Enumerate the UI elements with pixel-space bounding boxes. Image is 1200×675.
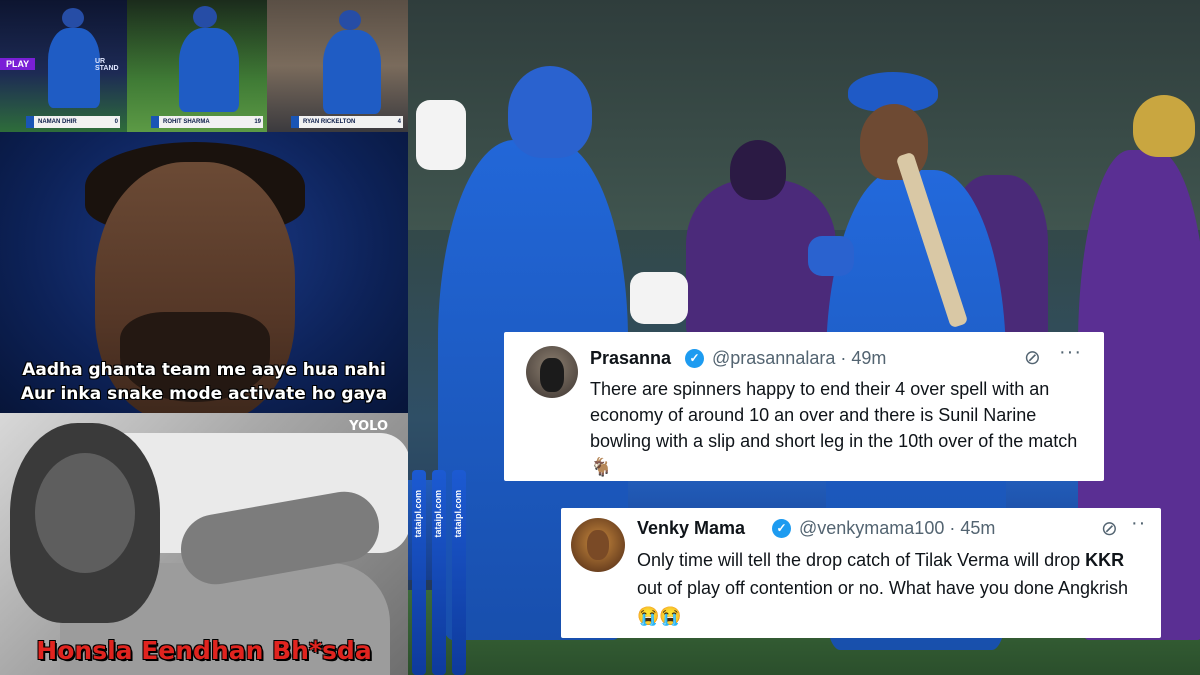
verified-badge-icon: ✓ — [685, 349, 704, 368]
stump-1: tataipl.com — [412, 470, 426, 675]
display-name[interactable]: Prasanna — [590, 348, 671, 369]
player-score: 0 — [114, 119, 118, 125]
tweet-card-venky-mama[interactable]: Venky Mama ✓ @venkymama100 · 45m ⊘ ·· On… — [561, 508, 1161, 638]
player-score: 19 — [254, 119, 261, 125]
avatar-figure — [587, 530, 609, 560]
stump-3: tataipl.com — [452, 470, 466, 675]
stump-text: tataipl.com — [413, 490, 423, 538]
more-icon[interactable]: ·· — [1131, 512, 1146, 535]
meme-panel-top: Aadha ghanta team me aaye hua nahi Aur i… — [0, 132, 408, 413]
timestamp[interactable]: 45m — [960, 518, 995, 538]
batting-glove-right — [630, 272, 688, 324]
meta-separator: · — [840, 348, 852, 368]
tweet-meta: @venkymama100 · 45m — [799, 518, 995, 539]
player-name: ROHIT SHARMA — [163, 119, 210, 125]
broadcast-frame-naman-dhir: PLAY UR STAND NAMAN DHIR 0 — [0, 0, 127, 132]
stump-text: tataipl.com — [433, 490, 443, 538]
user-handle[interactable]: @prasannalara — [712, 348, 835, 368]
verified-badge-icon: ✓ — [772, 519, 791, 538]
tweet-card-prasanna[interactable]: Prasanna ✓ @prasannalara · 49m ⊘ ··· The… — [504, 332, 1104, 481]
kkr-fielder-helmet — [1133, 95, 1195, 157]
meme-caption: Honsla Eendhan Bh*sda — [36, 636, 372, 665]
player-helmet — [339, 10, 361, 30]
tweet-text-bold: KKR — [1085, 550, 1125, 570]
tweet-text: There are spinners happy to end their 4 … — [590, 379, 1078, 477]
timestamp[interactable]: 49m — [851, 348, 886, 368]
player-helmet — [193, 6, 217, 28]
stump-2: tataipl.com — [432, 470, 446, 675]
tweet-meta: @prasannalara · 49m — [712, 348, 886, 369]
meme-panel-bottom: YOLO Honsla Eendhan Bh*sda — [0, 413, 408, 675]
player-name: RYAN RICKELTON — [303, 119, 356, 125]
figure-face-shape — [35, 453, 135, 573]
broadcast-frame-ryan-rickelton: RYAN RICKELTON 4 — [267, 0, 408, 132]
player-caption: NAMAN DHIR 0 — [26, 116, 120, 128]
avatar[interactable] — [571, 518, 625, 572]
stand-tag: UR STAND — [95, 58, 119, 72]
more-icon[interactable]: ··· — [1059, 341, 1082, 364]
player-body — [323, 30, 381, 114]
avatar-figure — [540, 358, 564, 392]
tweet-text-part-1: Only time will tell the drop catch of Ti… — [637, 550, 1086, 570]
grok-icon[interactable]: ⊘ — [1101, 516, 1118, 541]
meme-line-1: Aadha ghanta team me aaye hua nahi — [22, 360, 386, 380]
play-tag: PLAY — [0, 58, 36, 70]
kkr-fielder-head — [730, 140, 786, 200]
player-caption: ROHIT SHARMA 19 — [151, 116, 263, 128]
meta-separator: · — [949, 518, 961, 538]
avatar[interactable] — [526, 346, 578, 398]
meme-line-2: Aur inka snake mode activate ho gaya — [20, 384, 388, 404]
player-body — [48, 28, 100, 108]
batting-glove-raised — [416, 100, 466, 170]
grok-icon[interactable]: ⊘ — [1024, 345, 1041, 370]
player-helmet — [62, 8, 84, 28]
tweet-text-part-2: out of play off contention or no. What h… — [637, 578, 1128, 626]
yolo-watermark: YOLO — [349, 419, 388, 434]
player-caption: RYAN RICKELTON 4 — [291, 116, 403, 128]
display-name[interactable]: Venky Mama — [637, 518, 745, 539]
mi-batter-left-helmet — [508, 66, 592, 158]
user-handle[interactable]: @venkymama100 — [799, 518, 944, 538]
batting-glove-left — [808, 236, 854, 276]
player-score: 4 — [397, 119, 401, 125]
tweet-text: Only time will tell the drop catch of Ti… — [637, 546, 1147, 630]
stump-text: tataipl.com — [453, 490, 463, 538]
player-body — [179, 28, 239, 112]
player-name: NAMAN DHIR — [38, 119, 77, 125]
broadcast-frame-rohit-sharma: ROHIT SHARMA 19 — [127, 0, 267, 132]
